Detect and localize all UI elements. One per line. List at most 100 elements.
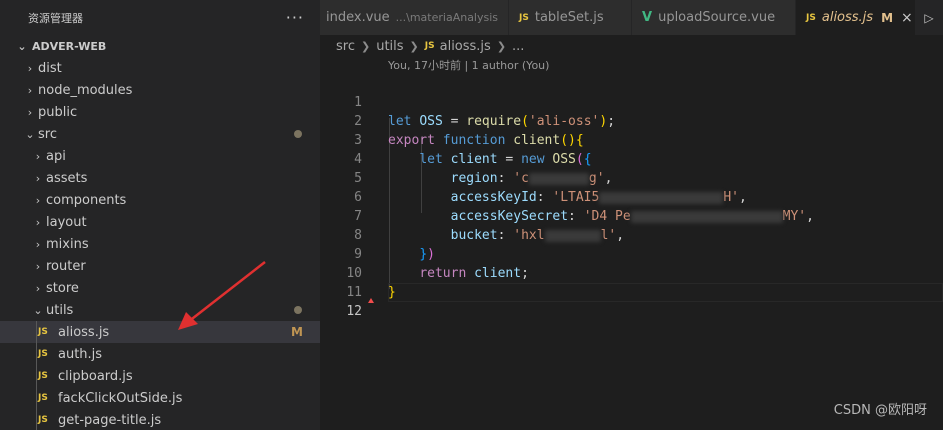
file-fackclickoutside-js[interactable]: JS fackClickOutSide.js	[0, 387, 320, 409]
file-clipboard-js[interactable]: JS clipboard.js	[0, 365, 320, 387]
tree-item-label: src	[38, 126, 57, 142]
folder-store[interactable]: › store	[0, 277, 320, 299]
tree-item-label: mixins	[46, 236, 89, 252]
folder-dist[interactable]: › dist	[0, 57, 320, 79]
tab-label: alioss.js	[821, 10, 874, 25]
folder-utils[interactable]: ⌄ utils	[0, 299, 320, 321]
folder-assets[interactable]: › assets	[0, 167, 320, 189]
tree-item-label: components	[46, 192, 127, 208]
code-line-1: 1 let OSS = require('ali-oss');	[320, 74, 943, 129]
explorer-header: 资源管理器 ···	[0, 0, 320, 35]
js-file-icon: JS	[38, 371, 48, 381]
tab-tableset-js[interactable]: JS tableSet.js	[509, 0, 633, 35]
chevron-right-icon: ›	[35, 281, 41, 295]
code-line-3: 3 let client = new OSS({	[320, 112, 943, 167]
folder-router[interactable]: › router	[0, 255, 320, 277]
editor-tabs: index.vue ...\materiaAnalysis JS tableSe…	[320, 0, 943, 35]
js-file-icon: JS	[38, 349, 48, 359]
code-line-5: 5 accessKeyId: 'LTAI5 H',	[320, 150, 943, 205]
line-number: 12	[346, 304, 362, 319]
tab-uploadsource-vue[interactable]: V uploadSource.vue	[632, 0, 797, 35]
tree-item-label: alioss.js	[58, 324, 110, 340]
tree-item-label: assets	[46, 170, 88, 186]
indent-guide	[36, 387, 37, 409]
more-actions-icon[interactable]: ···	[286, 9, 304, 26]
chevron-right-icon: ›	[27, 105, 33, 119]
code-line-8: 8 })	[320, 207, 943, 262]
chevron-right-icon: ›	[35, 237, 41, 251]
chevron-down-icon: ⌄	[33, 303, 43, 317]
code-editor[interactable]: You, 17小时前 | 1 author (You) 1 let OSS = …	[320, 57, 943, 430]
chevron-right-icon: ›	[35, 171, 41, 185]
breadcrumb-utils[interactable]: utils	[376, 39, 403, 54]
tree-item-label: api	[46, 148, 66, 164]
folder-layout[interactable]: › layout	[0, 211, 320, 233]
folder-api[interactable]: › api	[0, 145, 320, 167]
project-root-label: ADVER-WEB	[32, 39, 107, 53]
indent-guide	[36, 343, 37, 365]
indent-guide	[36, 321, 37, 343]
tree-item-label: auth.js	[58, 346, 103, 362]
js-file-icon: JS	[38, 415, 48, 425]
chevron-right-icon: ›	[35, 259, 41, 273]
chevron-right-icon: ›	[35, 193, 41, 207]
tab-label: uploadSource.vue	[658, 10, 776, 25]
chevron-right-icon: ❯	[360, 39, 371, 53]
code-line-6: 6 accessKeySecret: 'D4 Pe MY',	[320, 169, 943, 224]
indent-guide	[36, 409, 37, 430]
tree-item-label: dist	[38, 60, 62, 76]
file-get-page-title-js[interactable]: JS get-page-title.js	[0, 409, 320, 430]
current-line-highlight	[388, 283, 943, 302]
modified-dot-icon	[294, 306, 302, 314]
tree-item-label: fackClickOutSide.js	[58, 390, 183, 406]
breadcrumb-src[interactable]: src	[336, 39, 355, 54]
tree-item-label: utils	[46, 302, 74, 318]
tab-index-vue[interactable]: index.vue ...\materiaAnalysis	[320, 0, 510, 35]
indent-guide	[36, 365, 37, 387]
modified-badge: M	[881, 10, 894, 25]
git-deleted-marker-icon[interactable]	[368, 298, 374, 303]
watermark: CSDN @欧阳呀	[833, 403, 927, 418]
git-status-badge: M	[291, 325, 303, 339]
file-alioss-js[interactable]: JS alioss.js M	[0, 321, 320, 343]
chevron-right-icon: ❯	[496, 39, 507, 53]
run-icon[interactable]: ▷	[915, 0, 943, 35]
code-line-10: 10 }	[320, 245, 943, 300]
folder-node-modules[interactable]: › node_modules	[0, 79, 320, 101]
explorer-sidebar: 资源管理器 ··· ⌄ ADVER-WEB › dist › node_modules…	[0, 0, 320, 430]
js-file-icon: JS	[424, 41, 435, 51]
tab-alioss-js[interactable]: JS alioss.js M ×	[796, 0, 924, 35]
vue-file-icon: V	[642, 10, 653, 25]
breadcrumb: src ❯ utils ❯ JS alioss.js ❯ ...	[320, 35, 524, 57]
code-line-2: 2 export function client(){	[320, 93, 943, 148]
tab-label: tableSet.js	[534, 10, 604, 25]
tree-item-label: public	[38, 104, 78, 120]
breadcrumb-symbol[interactable]: ...	[512, 39, 524, 54]
chevron-down-icon: ⌄	[25, 127, 35, 141]
tree-item-label: get-page-title.js	[58, 412, 162, 428]
tab-label: index.vue	[326, 10, 390, 25]
close-tab-icon[interactable]: ×	[901, 10, 913, 26]
code-line-9: 9 return client;	[320, 226, 943, 281]
chevron-right-icon: ›	[35, 149, 41, 163]
breadcrumb-file[interactable]: alioss.js	[440, 39, 491, 54]
code-line-7: 7 bucket: 'hxl l',	[320, 188, 943, 243]
folder-public[interactable]: › public	[0, 101, 320, 123]
folder-src[interactable]: ⌄ src	[0, 123, 320, 145]
tree-item-label: node_modules	[38, 82, 133, 98]
tree-item-label: clipboard.js	[58, 368, 133, 384]
modified-dot-icon	[294, 130, 302, 138]
js-file-icon: JS	[519, 12, 529, 23]
folder-components[interactable]: › components	[0, 189, 320, 211]
tree-item-label: layout	[46, 214, 87, 230]
tree-item-label: router	[46, 258, 86, 274]
file-auth-js[interactable]: JS auth.js	[0, 343, 320, 365]
chevron-right-icon: ›	[27, 61, 33, 75]
code-line-11: 11	[320, 264, 943, 300]
codelens-blame[interactable]: You, 17小时前 | 1 author (You)	[388, 57, 549, 75]
js-file-icon: JS	[38, 327, 48, 337]
folder-mixins[interactable]: › mixins	[0, 233, 320, 255]
project-root[interactable]: ⌄ ADVER-WEB	[0, 35, 320, 57]
code-line-12[interactable]: 12	[320, 283, 943, 319]
chevron-down-icon: ⌄	[17, 39, 27, 53]
